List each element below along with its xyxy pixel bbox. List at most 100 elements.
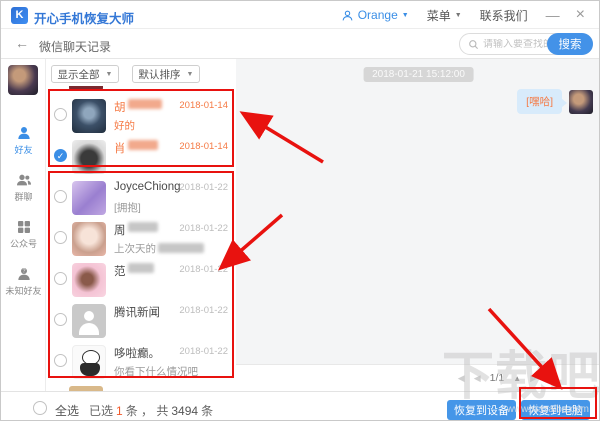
chevron-down-icon: ▼ [105,70,113,78]
chat-avatar [569,89,593,114]
close-button[interactable]: × [576,1,585,29]
selection-status: 已选 1 条 ， 共 3494 条 [89,404,214,418]
message-date: 2018-01-22 [179,305,228,316]
next-page-icon[interactable]: ▶ [530,373,537,384]
avatar [72,181,106,215]
contact-us-button[interactable]: 联系我们 [480,7,528,24]
list-item[interactable]: 周 2018-01-22 上次天的 [46,220,236,261]
message-date: 2018-01-22 [179,223,228,234]
minimize-button[interactable]: — [546,1,560,29]
message-date: 2018-01-22 [179,264,228,275]
filter-dropdown[interactable]: 显示全部 ▼ [51,65,119,83]
chat-timestamp: 2018-01-21 15:12:00 [363,67,474,82]
list-item[interactable]: 哆啦癫。 2018-01-22 你看下什么情况吧 [46,343,236,384]
censored-text [127,263,154,273]
contact-name: 肖 [114,143,126,155]
list-item[interactable]: 范 2018-01-22 [46,261,236,302]
contact-name: 哆啦癫。 [114,348,160,360]
avatar [72,99,106,133]
sidebar: 好友 群聊 公众号 ? 未知好友 [1,59,46,391]
prev-page-icon[interactable]: ◀ [474,373,481,384]
page-title: 微信聊天记录 [39,40,112,54]
account-avatar [8,65,38,95]
sidebar-item-official-accounts[interactable]: 公众号 [1,219,46,264]
partial-avatar [69,86,103,91]
chat-bubble: [嘿哈] [517,89,567,114]
last-message: 上次天的 [114,243,156,255]
list-item[interactable]: 胡 2018-01-14 好的 [46,97,236,138]
page-indicator: 1/1 [489,372,505,384]
search-icon [469,39,479,49]
last-page-icon[interactable]: ▶ [546,373,553,384]
list-item[interactable]: ✓ 肖 2018-01-14 [46,138,236,179]
sidebar-item-friends[interactable]: 好友 [1,125,46,170]
censored-text [127,222,158,232]
censored-text [127,99,162,109]
sidebar-item-groups[interactable]: 群聊 [1,172,46,217]
censored-text [158,243,204,253]
message-date: 2018-01-14 [179,100,228,111]
search-button[interactable]: 搜索 [547,33,593,55]
last-message: 你看下什么情况吧 [114,366,198,378]
last-message: [拥抱] [114,202,141,214]
avatar-placeholder [72,304,106,338]
row-checkbox[interactable] [54,272,67,285]
row-checkbox-checked[interactable]: ✓ [54,149,67,162]
contact-name: JoyceChiong [114,181,181,193]
message-date: 2018-01-22 [179,346,228,357]
search-bar: 搜索 [459,33,593,55]
row-checkbox[interactable] [54,313,67,326]
sidebar-item-label: 群聊 [14,192,33,203]
row-checkbox[interactable] [54,231,67,244]
titlebar: K 开心手机恢复大师 Orange ▼ 菜单 ▼ 联系我们 — × [1,1,599,29]
message-date: 2018-01-22 [179,182,228,193]
sort-dropdown[interactable]: 默认排序 ▼ [132,65,200,83]
select-all-label: 全选 [55,404,80,418]
user-name: Orange [357,8,398,22]
sort-label: 默认排序 [138,68,181,81]
select-all-checkbox[interactable] [33,401,47,415]
people-icon [16,174,31,186]
contact-label: 联系我们 [479,8,528,23]
chevron-down-icon: ▼ [454,11,462,19]
restore-to-device-button[interactable]: 恢复到设备 [447,400,516,420]
censored-text [127,140,158,150]
total-count: 3494 [171,404,199,418]
contact-name: 范 [114,266,126,278]
sidebar-item-label: 好友 [14,145,33,156]
first-page-icon[interactable]: ◀ [458,373,465,384]
page-select-icon[interactable]: ▲ [513,374,521,383]
conversation-list: 显示全部 ▼ 默认排序 ▼ 胡 2018-01-14 好的 ✓ 肖 2018-0… [46,59,236,391]
row-checkbox[interactable] [54,354,67,367]
contact-name: 胡 [114,102,126,114]
pager-bar: ◀ ◀ 1/1 ▲ ▶ ▶ [236,364,599,391]
menu-button[interactable]: 菜单 ▼ [427,7,462,24]
restore-to-pc-button[interactable]: 恢复到电脑 [521,400,590,420]
app-logo-icon: K [11,7,28,24]
chat-message-row: [嘿哈] [517,89,593,114]
svg-text:?: ? [22,269,25,275]
search-input[interactable] [483,38,549,50]
back-arrow-icon[interactable]: ← [15,35,29,51]
contact-name: 周 [114,225,126,237]
sidebar-item-unknown-friends[interactable]: ? 未知好友 [1,266,46,311]
grid-icon [17,221,30,233]
row-checkbox[interactable] [54,190,67,203]
chat-panel: 2018-01-21 15:12:00 [嘿哈] [236,59,599,364]
last-message: 好的 [114,120,135,132]
chevron-down-icon: ▼ [401,11,409,19]
message-date: 2018-01-14 [179,141,228,152]
avatar [72,345,106,379]
list-item[interactable]: 腾讯新闻 2018-01-22 [46,302,236,343]
person-question-icon: ? [17,268,30,280]
row-checkbox[interactable] [54,108,67,121]
filter-label: 显示全部 [57,68,100,81]
contact-name: 腾讯新闻 [114,307,160,319]
footer: 全选 已选 1 条 ， 共 3494 条 恢复到设备 恢复到电脑 [1,391,599,420]
app-window: K 开心手机恢复大师 Orange ▼ 菜单 ▼ 联系我们 — × ← 微信聊天… [0,0,600,421]
list-item[interactable]: JoyceChiong 2018-01-22 [拥抱] [46,179,236,220]
selected-count: 1 [116,404,123,418]
chevron-down-icon: ▼ [186,70,194,78]
app-title: 开心手机恢复大师 [34,12,135,26]
user-menu[interactable]: Orange ▼ [341,8,409,22]
